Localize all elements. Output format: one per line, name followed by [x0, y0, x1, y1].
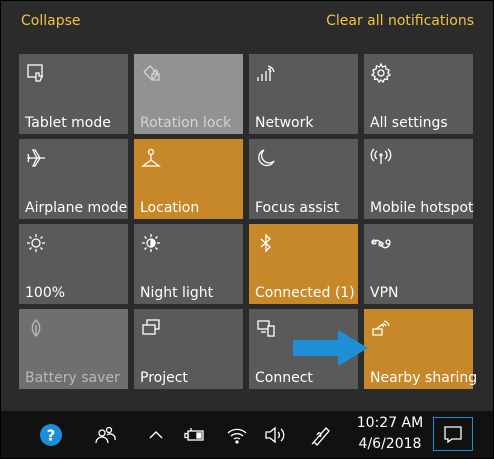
tile-airplane-mode[interactable]: Airplane mode [19, 139, 128, 219]
chevron-up-icon[interactable] [144, 423, 168, 447]
tile-label: Mobile hotspot [370, 200, 474, 216]
brightness-icon [25, 232, 47, 254]
clock-time: 10:27 AM [356, 415, 424, 431]
tile-nearby-sharing[interactable]: Nearby sharing [364, 309, 477, 389]
action-center-icon [441, 422, 465, 446]
tile-battery-saver[interactable]: Battery saver [19, 309, 128, 389]
tablet-mode-icon [25, 62, 47, 84]
tile-focus-assist[interactable]: Focus assist [249, 139, 358, 219]
moon-icon [255, 147, 277, 169]
tile-network[interactable]: Network [249, 54, 358, 134]
tile-label: Airplane mode [25, 200, 128, 216]
tile-label: All settings [370, 115, 448, 131]
tile-project[interactable]: Project [134, 309, 243, 389]
tile-label: Rotation lock [140, 115, 232, 131]
svg-text:?: ? [47, 427, 56, 445]
tile-tablet-mode[interactable]: Tablet mode [19, 54, 128, 134]
help-icon[interactable]: ? [39, 423, 63, 447]
action-center-window: Collapse Clear all notifications Tablet … [0, 0, 494, 459]
gear-icon [370, 62, 392, 84]
tile-vpn[interactable]: VPN [364, 224, 473, 304]
bluetooth-icon [255, 232, 277, 254]
tile-label: VPN [370, 285, 399, 301]
people-icon[interactable] [93, 423, 117, 447]
action-center-panel: Collapse Clear all notifications Tablet … [1, 1, 493, 411]
pointer-arrow [293, 330, 368, 366]
clear-all-notifications-link[interactable]: Clear all notifications [326, 13, 474, 29]
tile-brightness[interactable]: 100% [19, 224, 128, 304]
connect-icon [255, 317, 277, 339]
tile-label: Focus assist [255, 200, 340, 216]
tile-label: Nearby sharing [370, 370, 478, 386]
tile-label: Tablet mode [25, 115, 111, 131]
project-icon [140, 317, 162, 339]
hotspot-icon [370, 147, 392, 169]
tile-rotation-lock[interactable]: Rotation lock [134, 54, 243, 134]
battery-saver-icon [25, 317, 47, 339]
tile-label: Connect [255, 370, 313, 386]
network-icon [255, 62, 277, 84]
tile-label: Project [140, 370, 188, 386]
tile-all-settings[interactable]: All settings [364, 54, 473, 134]
taskbar: ? 10:27 AM 4/6/2018 [1, 411, 493, 458]
tile-label: 100% [25, 285, 66, 301]
tile-label: Network [255, 115, 314, 131]
collapse-link[interactable]: Collapse [21, 13, 81, 29]
vpn-icon [370, 232, 392, 254]
nearby-sharing-icon [370, 317, 392, 339]
tile-bluetooth[interactable]: Connected (1) [249, 224, 358, 304]
battery-icon[interactable] [183, 423, 207, 447]
pen-icon[interactable] [309, 423, 333, 447]
tile-mobile-hotspot[interactable]: Mobile hotspot [364, 139, 474, 219]
location-icon [140, 147, 162, 169]
tile-location[interactable]: Location [134, 139, 243, 219]
wifi-icon[interactable] [225, 423, 249, 447]
tile-label: Night light [140, 285, 214, 301]
action-center-button[interactable] [433, 417, 473, 451]
tile-label: Connected (1) [255, 285, 355, 301]
airplane-icon [25, 147, 47, 169]
rotation-lock-icon [140, 62, 162, 84]
night-light-icon [140, 232, 162, 254]
tile-label: Battery saver [25, 370, 120, 386]
tile-label: Location [140, 200, 200, 216]
tile-night-light[interactable]: Night light [134, 224, 243, 304]
clock[interactable]: 10:27 AM 4/6/2018 [350, 413, 430, 455]
volume-icon[interactable] [263, 423, 287, 447]
clock-date: 4/6/2018 [358, 436, 422, 452]
